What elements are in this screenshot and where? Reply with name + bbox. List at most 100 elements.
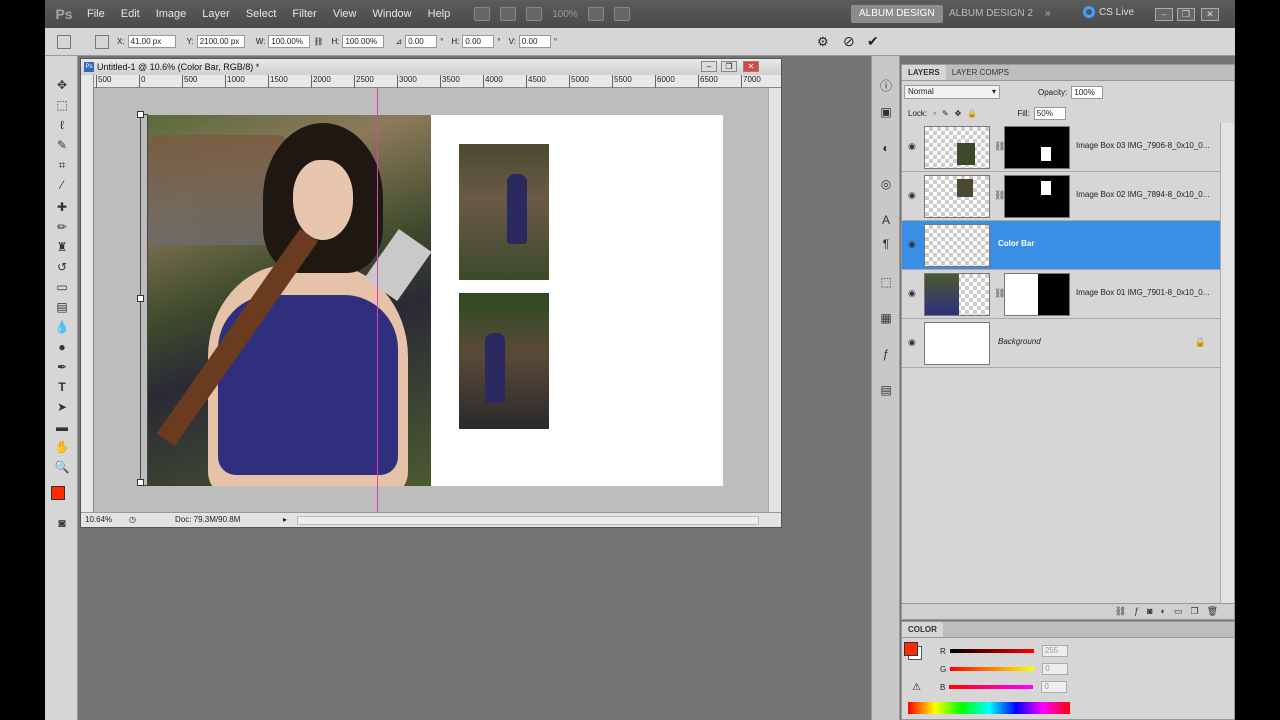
foreground-color-swatch[interactable] [51, 486, 65, 500]
image-box-01[interactable] [148, 115, 431, 486]
menu-file[interactable]: File [79, 8, 113, 20]
menu-filter[interactable]: Filter [284, 8, 324, 20]
cancel-transform-icon[interactable]: ⊘ [843, 33, 855, 50]
lock-all-icon[interactable]: 🔒 [967, 109, 977, 118]
zoom-tool-icon[interactable]: 🔍 [54, 460, 70, 474]
healing-brush-tool-icon[interactable]: ✚ [54, 200, 70, 214]
move-tool-icon[interactable]: ✥ [54, 78, 70, 92]
layer-row-color-bar[interactable]: ◉ Color Bar [902, 221, 1220, 270]
layer-mask-thumbnail[interactable] [1004, 126, 1070, 169]
vertical-ruler[interactable] [81, 75, 94, 513]
layer-row-background[interactable]: ◉ Background 🔒 [902, 319, 1220, 368]
workspace-album-design[interactable]: ALBUM DESIGN [851, 5, 943, 23]
menu-edit[interactable]: Edit [113, 8, 148, 20]
album-spread[interactable] [137, 111, 723, 486]
eraser-tool-icon[interactable]: ▭ [54, 280, 70, 294]
channels-panel-icon[interactable]: ▦ [878, 310, 894, 326]
type-tool-icon[interactable]: T [54, 380, 70, 394]
layer-row-image-box-02[interactable]: ◉ ⛓ Image Box 02 IMG_7894-8_0x10_0... [902, 172, 1220, 221]
menu-image[interactable]: Image [148, 8, 195, 20]
zoom-level[interactable]: 100% [552, 9, 578, 20]
color-spectrum-bar[interactable] [908, 702, 1070, 714]
layer-row-image-box-01[interactable]: ◉ ⛓ Image Box 01 IMG_7901-8_0x10_0... [902, 270, 1220, 319]
workspace-more-button[interactable]: » [1037, 5, 1059, 23]
layer-name[interactable]: Image Box 02 IMG_7894-8_0x10_0... [1076, 190, 1209, 199]
w-field[interactable]: 100.00% [268, 35, 311, 48]
visibility-eye-icon[interactable]: ◉ [908, 141, 918, 151]
hskew-field[interactable]: 0.00 [462, 35, 495, 48]
doc-minimize-button[interactable]: – [701, 61, 717, 72]
g-value[interactable]: 0 [1042, 663, 1069, 675]
swatches-panel-icon[interactable]: ◎ [878, 176, 894, 192]
menu-window[interactable]: Window [365, 8, 420, 20]
screen-mode-icon[interactable] [613, 7, 630, 21]
color-bar-transform-box[interactable] [137, 111, 148, 486]
layers-scrollbar[interactable] [1220, 123, 1234, 603]
h-field[interactable]: 100.00% [342, 35, 385, 48]
layer-name[interactable]: Color Bar [998, 239, 1034, 248]
r-value[interactable]: 255 [1041, 645, 1068, 657]
opacity-field[interactable]: 100% [1071, 85, 1104, 99]
foreground-color-chip[interactable] [904, 642, 918, 656]
status-menu-arrow[interactable]: ▸ [283, 513, 287, 527]
launch-minibridge-icon[interactable] [500, 7, 517, 21]
styles-panel-icon[interactable]: ƒ [878, 346, 894, 362]
document-title-bar[interactable]: Ps Untitled-1 @ 10.6% (Color Bar, RGB/8)… [81, 59, 781, 75]
visibility-eye-icon[interactable]: ◉ [908, 288, 918, 298]
dodge-tool-icon[interactable]: ● [54, 340, 70, 354]
tab-color[interactable]: COLOR [902, 622, 943, 637]
lock-pixels-icon[interactable]: ✎ [942, 109, 949, 118]
vskew-field[interactable]: 0.00 [518, 35, 551, 48]
hand-tool-icon[interactable]: ✋ [54, 440, 70, 454]
zoom-readout[interactable]: 10.64% [85, 513, 112, 527]
lock-transparency-icon[interactable]: ▫ [933, 109, 936, 118]
quick-mask-icon[interactable]: ◙ [54, 516, 70, 530]
tab-layers[interactable]: LAYERS [902, 65, 946, 80]
lock-position-icon[interactable]: ✥ [955, 109, 962, 118]
link-icon[interactable]: ⛓ [313, 37, 323, 46]
paragraph-panel-icon[interactable]: ¶ [878, 236, 894, 252]
info-panel-icon[interactable]: ⓘ [878, 78, 894, 94]
reference-point-icon[interactable] [95, 34, 109, 49]
blue-slider[interactable] [949, 685, 1034, 689]
doc-restore-button[interactable]: ❐ [721, 61, 737, 72]
crop-tool-icon[interactable]: ⌗ [54, 158, 70, 172]
visibility-eye-icon[interactable]: ◉ [908, 337, 918, 347]
marquee-tool-icon[interactable]: ⬚ [54, 98, 70, 112]
gradient-tool-icon[interactable]: ▤ [54, 300, 70, 314]
lasso-tool-icon[interactable]: ℓ [54, 118, 70, 132]
visibility-eye-icon[interactable]: ◉ [908, 190, 918, 200]
actions-panel-icon[interactable]: ▤ [878, 382, 894, 398]
workspace-album-design-2[interactable]: ALBUM DESIGN 2 [941, 5, 1041, 23]
layer-name[interactable]: Image Box 03 IMG_7906-8_0x10_0... [1076, 141, 1209, 150]
status-info-icon[interactable]: ◷ [129, 513, 136, 527]
transform-handle[interactable] [137, 479, 144, 486]
image-box-02[interactable] [459, 144, 549, 280]
menu-select[interactable]: Select [238, 8, 285, 20]
doc-close-button[interactable]: ✕ [743, 61, 759, 72]
layers-footer-icons[interactable]: ⛓ƒ◙◐▭❐🗑 [1115, 606, 1226, 617]
gamut-warning-icon[interactable]: ⚠ [912, 682, 921, 693]
restore-button[interactable]: ❐ [1177, 8, 1195, 21]
launch-bridge-icon[interactable] [474, 7, 491, 21]
brush-tool-icon[interactable]: ✏ [54, 220, 70, 234]
pen-tool-icon[interactable]: ✒ [54, 360, 70, 374]
warp-icon[interactable]: ⚙ [817, 34, 829, 50]
histogram-panel-icon[interactable]: ▣ [878, 104, 894, 120]
angle-field[interactable]: 0.00 [405, 35, 438, 48]
layer-mask-thumbnail[interactable] [1004, 175, 1070, 218]
transform-handle[interactable] [137, 295, 144, 302]
visibility-eye-icon[interactable]: ◉ [908, 239, 918, 249]
history-brush-tool-icon[interactable]: ↺ [54, 260, 70, 274]
character-panel-icon[interactable]: A [878, 212, 894, 228]
layer-name[interactable]: Image Box 01 IMG_7901-8_0x10_0... [1076, 288, 1209, 297]
arrange-documents-icon[interactable] [587, 7, 604, 21]
menu-help[interactable]: Help [420, 8, 459, 20]
transform-handle[interactable] [137, 111, 144, 118]
navigator-panel-icon[interactable]: ◐ [878, 140, 894, 156]
y-field[interactable]: 2100.00 px [196, 35, 245, 48]
vertical-scrollbar[interactable] [768, 88, 781, 512]
blend-mode-select[interactable]: Normal [904, 85, 1000, 99]
layer-name[interactable]: Background [998, 337, 1041, 346]
layer-mask-thumbnail[interactable] [1004, 273, 1070, 316]
